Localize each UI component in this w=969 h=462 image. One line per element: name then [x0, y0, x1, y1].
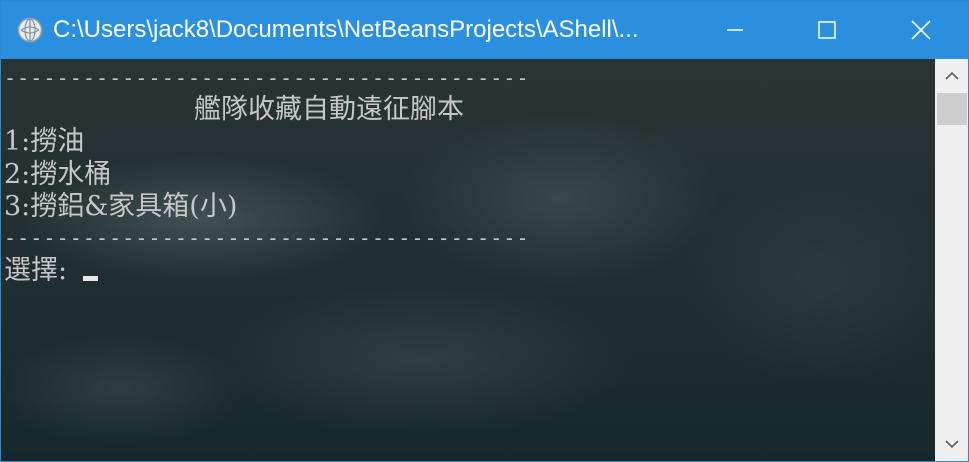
minimize-icon	[727, 29, 743, 31]
divider-top: ----------------------------------------	[4, 66, 530, 90]
console-output-area[interactable]: ----------------------------------------…	[1, 59, 935, 461]
scroll-down-arrow-icon	[945, 440, 959, 449]
console-window: C:\Users\jack8\Documents\NetBeansProject…	[0, 0, 969, 462]
divider-bottom: ----------------------------------------	[4, 226, 530, 250]
vertical-scrollbar[interactable]	[935, 59, 968, 461]
scroll-up-arrow-icon	[945, 71, 959, 80]
menu-option-3: 3:撈鋁&家具箱(小)	[4, 191, 238, 222]
maximize-icon	[818, 21, 836, 39]
console-app-icon	[17, 17, 43, 43]
close-icon	[911, 20, 931, 40]
title-bar[interactable]: C:\Users\jack8\Documents\NetBeansProject…	[1, 1, 968, 59]
scroll-down-button[interactable]	[935, 427, 968, 461]
input-prompt: 選擇:	[4, 255, 68, 286]
scroll-thumb[interactable]	[937, 93, 967, 125]
maximize-button[interactable]	[781, 1, 873, 59]
menu-option-2: 2:撈水桶	[4, 159, 112, 190]
window-title: C:\Users\jack8\Documents\NetBeansProject…	[53, 16, 639, 43]
minimize-button[interactable]	[689, 1, 781, 59]
menu-option-1: 1:撈油	[4, 126, 85, 157]
text-cursor	[83, 276, 98, 281]
close-button[interactable]	[875, 1, 967, 59]
scroll-up-button[interactable]	[935, 59, 968, 93]
script-heading: 艦隊收藏自動遠征腳本	[194, 94, 464, 125]
